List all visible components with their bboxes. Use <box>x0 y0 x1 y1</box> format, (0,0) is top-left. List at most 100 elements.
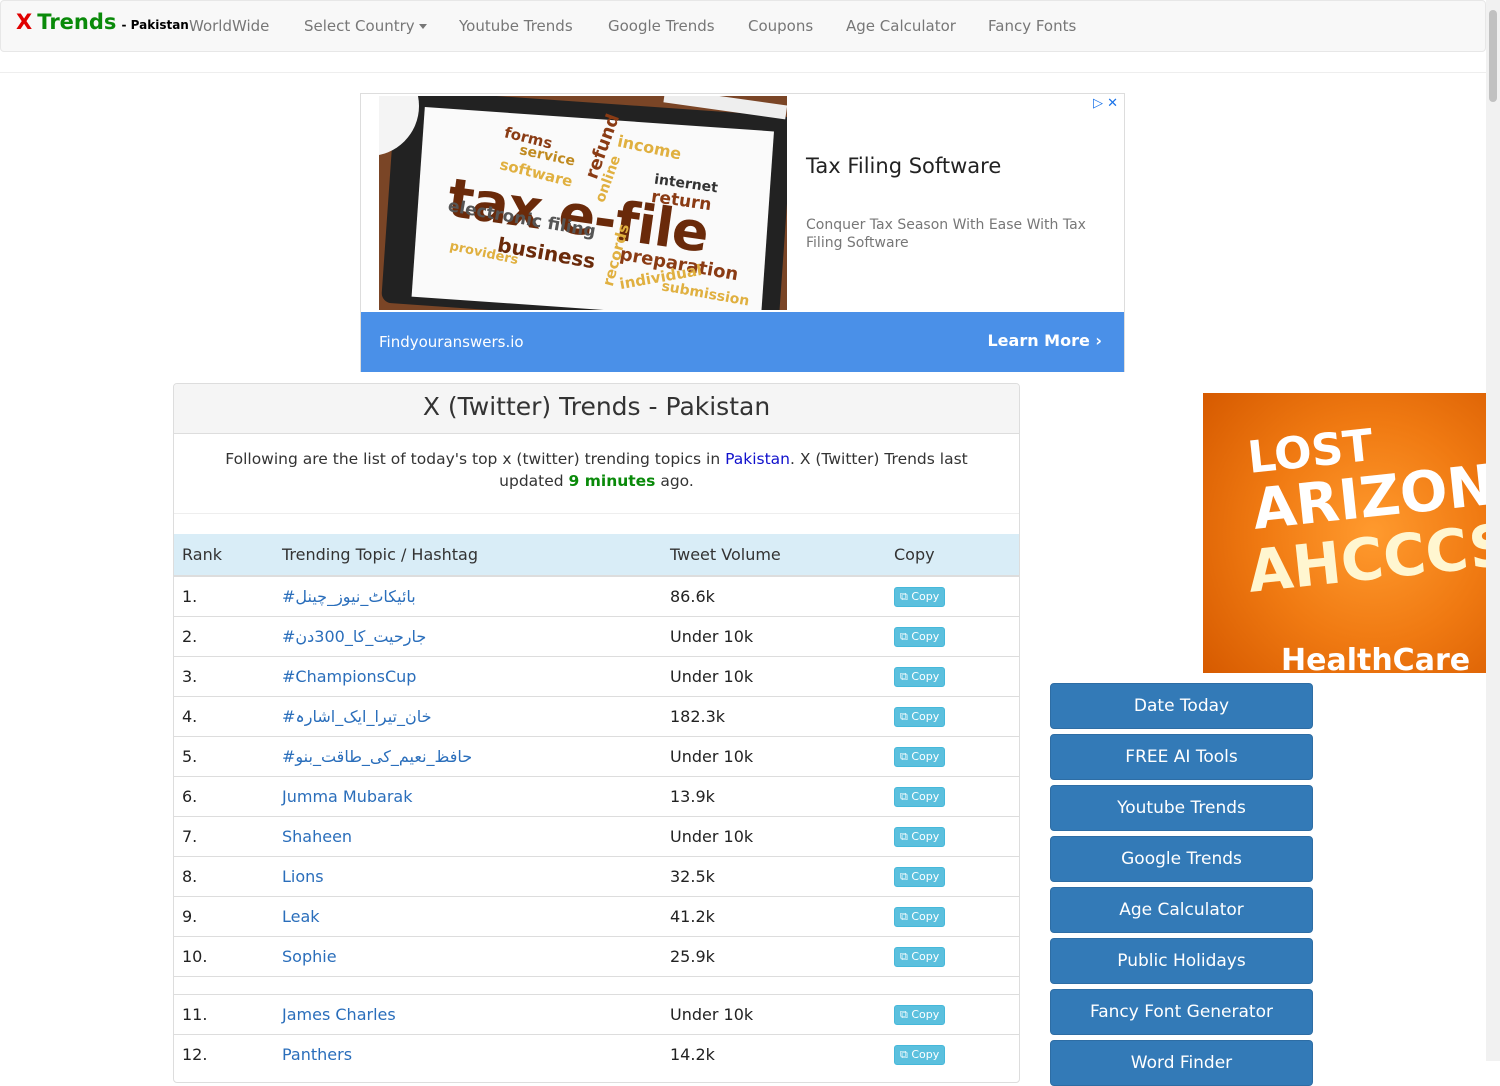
chevron-right-icon: › <box>1095 331 1102 350</box>
nav-youtube-trends[interactable]: Youtube Trends <box>459 17 573 35</box>
ad-learn-more-button[interactable]: Learn More › <box>987 331 1102 350</box>
topic-link[interactable]: #ChampionsCup <box>282 667 416 686</box>
scrollbar[interactable] <box>1486 0 1500 1061</box>
nav-age-calculator[interactable]: Age Calculator <box>846 17 956 35</box>
topic-cell: Panthers <box>274 1033 662 1074</box>
topic-link[interactable]: Shaheen <box>282 827 352 846</box>
table-row: 1. #بائیکاٹ_نیوز_چینل 86.6k ⧉ Copy <box>174 575 1019 616</box>
intro-text: Following are the list of today's top x … <box>174 434 1019 514</box>
copy-cell: ⧉ Copy <box>886 655 1019 696</box>
copy-icon: ⧉ <box>900 910 908 923</box>
topic-link[interactable]: Jumma Mubarak <box>282 787 412 806</box>
copy-button[interactable]: ⧉ Copy <box>894 787 946 807</box>
topic-link[interactable]: Lions <box>282 867 324 886</box>
nav-select-country-label: Select Country <box>304 17 415 35</box>
topic-link[interactable]: #حافظ_نعیم_کی_طاقت_بنو <box>282 747 472 766</box>
copy-cell: ⧉ Copy <box>886 895 1019 936</box>
copy-icon: ⧉ <box>900 950 908 963</box>
ad-domain[interactable]: Findyouranswers.io <box>379 333 524 351</box>
ad-bar[interactable]: Findyouranswers.io Learn More › <box>361 312 1124 372</box>
copy-button[interactable]: ⧉ Copy <box>894 627 946 647</box>
copy-label: Copy <box>911 590 940 604</box>
ad-headline[interactable]: Tax Filing Software <box>806 154 1001 178</box>
volume-cell: Under 10k <box>662 735 886 776</box>
topic-link[interactable]: #بائیکاٹ_نیوز_چینل <box>282 587 416 606</box>
ad-description: Conquer Tax Season With Ease With Tax Fi… <box>806 217 1086 251</box>
copy-cell: ⧉ Copy <box>886 935 1019 976</box>
copy-button[interactable]: ⧉ Copy <box>894 707 946 727</box>
topic-cell: #ChampionsCup <box>274 655 662 696</box>
copy-button[interactable]: ⧉ Copy <box>894 1045 946 1066</box>
copy-button[interactable]: ⧉ Copy <box>894 827 946 847</box>
copy-button[interactable]: ⧉ Copy <box>894 1005 946 1025</box>
copy-label: Copy <box>911 830 940 843</box>
table-header-row: Rank Trending Topic / Hashtag Tweet Volu… <box>174 534 1019 577</box>
caret-down-icon <box>418 24 427 29</box>
nav-coupons[interactable]: Coupons <box>748 17 813 35</box>
close-icon[interactable]: ✕ <box>1107 96 1118 111</box>
copy-cell: ⧉ Copy <box>886 735 1019 776</box>
volume-cell: 32.5k <box>662 855 886 896</box>
topic-cell: #بائیکاٹ_نیوز_چینل <box>274 575 662 616</box>
brand-x: X <box>16 10 33 34</box>
table-row: 9. Leak 41.2k ⧉ Copy <box>174 895 1019 936</box>
ad-banner[interactable]: forms service refund income software onl… <box>360 93 1125 372</box>
copy-icon: ⧉ <box>900 670 908 683</box>
topic-cell: James Charles <box>274 993 662 1034</box>
copy-button[interactable]: ⧉ Copy <box>894 667 946 687</box>
table-row: 7. Shaheen Under 10k ⧉ Copy <box>174 815 1019 856</box>
copy-cell: ⧉ Copy <box>886 815 1019 856</box>
copy-icon: ⧉ <box>900 630 908 643</box>
copy-label: Copy <box>911 870 940 883</box>
rank-cell: 5. <box>174 735 274 776</box>
header-volume: Tweet Volume <box>662 534 886 577</box>
topic-link[interactable]: Sophie <box>282 947 337 966</box>
copy-button[interactable]: ⧉ Copy <box>894 907 946 927</box>
volume-cell: Under 10k <box>662 815 886 856</box>
copy-label: Copy <box>911 950 940 963</box>
ad-choices-icon[interactable]: ▷ <box>1093 96 1103 111</box>
brand-logo[interactable]: X Trends - Pakistan <box>16 10 189 34</box>
ad-icons[interactable]: ▷ ✕ <box>1093 96 1118 111</box>
topic-cell: Shaheen <box>274 815 662 856</box>
rank-cell: 7. <box>174 815 274 856</box>
copy-button[interactable]: ⧉ Copy <box>894 867 946 887</box>
side-button-free-ai-tools[interactable]: FREE AI Tools <box>1050 734 1313 780</box>
topic-link[interactable]: Leak <box>282 907 320 926</box>
copy-button[interactable]: ⧉ Copy <box>894 587 946 608</box>
scrollbar-thumb[interactable] <box>1489 10 1497 102</box>
copy-icon: ⧉ <box>900 830 908 843</box>
volume-cell: Under 10k <box>662 615 886 656</box>
intro-after: ago. <box>655 472 694 490</box>
volume-cell: 14.2k <box>662 1033 886 1074</box>
ad-side-banner[interactable]: LOST ARIZONA AHCCCS HealthCare <box>1203 393 1486 673</box>
topic-cell: Jumma Mubarak <box>274 775 662 816</box>
side-button-age-calculator[interactable]: Age Calculator <box>1050 887 1313 933</box>
rank-cell: 12. <box>174 1033 274 1074</box>
copy-icon: ⧉ <box>900 750 908 763</box>
copy-cell: ⧉ Copy <box>886 1033 1019 1074</box>
copy-button[interactable]: ⧉ Copy <box>894 947 946 967</box>
side-button-youtube-trends[interactable]: Youtube Trends <box>1050 785 1313 831</box>
side-button-google-trends[interactable]: Google Trends <box>1050 836 1313 882</box>
nav-google-trends[interactable]: Google Trends <box>608 17 715 35</box>
topic-link[interactable]: #جارحیت_کا_300دن <box>282 627 426 646</box>
ad-image[interactable]: forms service refund income software onl… <box>379 96 787 310</box>
topic-link[interactable]: #خان_تیرا_ایک_اشارہ <box>282 707 432 726</box>
side-button-public-holidays[interactable]: Public Holidays <box>1050 938 1313 984</box>
copy-icon: ⧉ <box>900 1008 908 1021</box>
nav-worldwide[interactable]: WorldWide <box>189 17 269 35</box>
copy-cell: ⧉ Copy <box>886 575 1019 616</box>
topic-cell: Sophie <box>274 935 662 976</box>
copy-button[interactable]: ⧉ Copy <box>894 747 946 767</box>
topic-cell: #خان_تیرا_ایک_اشارہ <box>274 695 662 736</box>
side-button-word-finder[interactable]: Word Finder <box>1050 1040 1313 1086</box>
country-link[interactable]: Pakistan <box>725 450 790 468</box>
side-button-fancy-font-generator[interactable]: Fancy Font Generator <box>1050 989 1313 1035</box>
side-button-date-today[interactable]: Date Today <box>1050 683 1313 729</box>
nav-select-country[interactable]: Select Country <box>304 17 427 35</box>
copy-label: Copy <box>911 670 940 683</box>
nav-fancy-fonts[interactable]: Fancy Fonts <box>988 17 1076 35</box>
topic-link[interactable]: James Charles <box>282 1005 396 1024</box>
copy-cell: ⧉ Copy <box>886 993 1019 1034</box>
